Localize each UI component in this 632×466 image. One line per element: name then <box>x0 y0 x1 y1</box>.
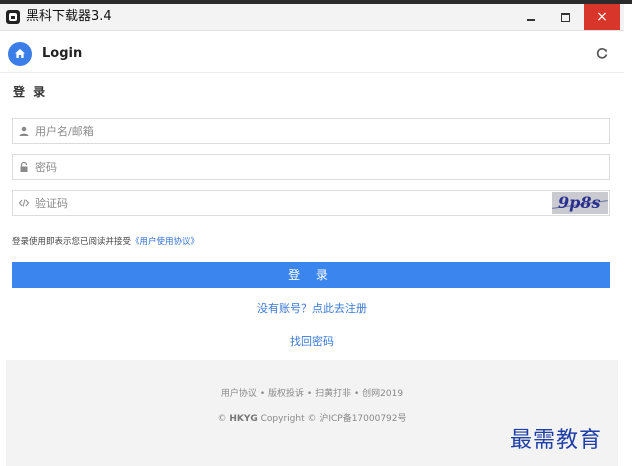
recover-password-link[interactable]: 找回密码 <box>290 335 334 348</box>
username-field[interactable] <box>12 118 610 144</box>
refresh-icon[interactable] <box>595 46 609 60</box>
maximize-icon <box>560 12 570 22</box>
copyright-text: Copyright © 沪ICP备17000792号 <box>260 414 407 424</box>
footer-links: 用户协议 • 版权投诉 • 扫黄打非 • 创网2019 <box>6 386 618 399</box>
close-icon: × <box>596 9 608 25</box>
recover-link-row: 找回密码 <box>0 333 624 349</box>
footer-link-anti-porn[interactable]: 扫黄打非 <box>315 389 351 399</box>
home-icon <box>15 49 25 58</box>
close-button[interactable]: × <box>584 4 620 30</box>
footer-link-user-agreement[interactable]: 用户协议 <box>221 389 257 399</box>
register-link[interactable]: 没有账号？点此去注册 <box>257 302 367 315</box>
minimize-icon <box>527 19 535 21</box>
captcha-field[interactable]: 9p8s <box>12 190 610 216</box>
code-icon <box>18 197 30 209</box>
watermark-text: 最需教育 <box>510 428 603 453</box>
copyright-symbol: © <box>217 414 227 424</box>
captcha-image[interactable]: 9p8s <box>552 192 608 214</box>
app-icon <box>6 10 20 24</box>
footer-link-copyright-complaint[interactable]: 版权投诉 <box>268 389 304 399</box>
lock-icon <box>18 161 30 173</box>
footer-separator: • <box>353 389 360 399</box>
page-header: Login <box>0 34 624 73</box>
password-field[interactable] <box>12 154 610 180</box>
footer-link-chuangwang[interactable]: 创网2019 <box>362 389 403 399</box>
agreement-text: 登录使用即表示您已阅读并接受 <box>12 237 132 247</box>
captcha-text: 9p8s <box>558 193 601 212</box>
footer-brand: HKYG <box>229 414 258 424</box>
home-button[interactable] <box>8 42 32 66</box>
user-agreement-link[interactable]: 《用户使用协议》 <box>131 237 199 247</box>
app-window: 黑科下载器3.4 × Login 登 录 用户名/邮箱 验证码 9p8s 登录使… <box>0 4 624 466</box>
agreement-notice: 登录使用即表示您已阅读并接受《用户使用协议》 <box>12 235 199 247</box>
captcha-input[interactable] <box>35 191 535 215</box>
user-icon <box>18 125 30 137</box>
page-title: Login <box>42 46 83 61</box>
footer-separator: • <box>259 389 266 399</box>
minimize-button[interactable] <box>514 4 548 30</box>
register-link-row: 没有账号？点此去注册 <box>0 300 624 316</box>
title-bar[interactable]: 黑科下载器3.4 × <box>0 4 624 31</box>
maximize-button[interactable] <box>548 4 582 30</box>
footer-separator: • <box>306 389 313 399</box>
username-input[interactable] <box>35 119 535 143</box>
window-title: 黑科下载器3.4 <box>26 9 112 24</box>
login-button[interactable]: 登 录 <box>12 262 610 288</box>
password-input[interactable] <box>35 155 535 179</box>
form-section-title: 登 录 <box>13 85 48 99</box>
